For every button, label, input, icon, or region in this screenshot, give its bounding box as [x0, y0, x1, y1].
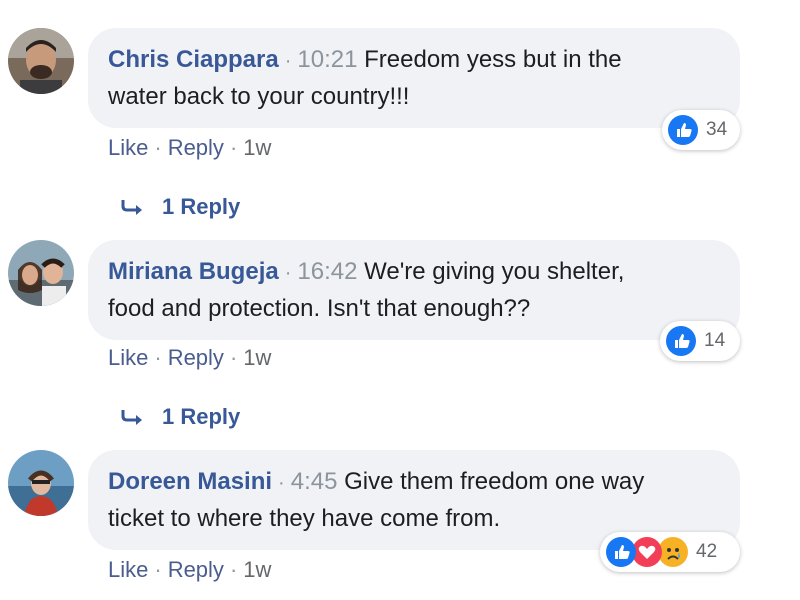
comment-age[interactable]: 1w: [243, 557, 271, 582]
comment-age[interactable]: 1w: [243, 135, 271, 160]
comment-actions: Like · Reply · 1w: [108, 557, 271, 583]
love-reaction-icon: [632, 537, 662, 567]
like-reaction-icon: [606, 537, 636, 567]
separator: ·: [154, 345, 162, 370]
like-reaction-icon: [666, 326, 696, 356]
comment-text: ticket to where they have come from.: [108, 505, 501, 532]
comment-age[interactable]: 1w: [243, 345, 271, 370]
avatar[interactable]: [8, 28, 74, 94]
reaction-count: 14: [704, 330, 726, 351]
comment-time: 16:42: [297, 258, 358, 285]
reaction-count: 34: [706, 119, 728, 140]
comment-text: We're giving you shelter,: [364, 258, 625, 285]
comment-actions: Like · Reply · 1w: [108, 345, 271, 371]
comment-author[interactable]: Chris Ciappara: [108, 46, 279, 73]
like-link[interactable]: Like: [108, 557, 148, 582]
separator: ·: [229, 345, 238, 370]
reaction-summary[interactable]: 42: [600, 532, 740, 572]
separator: ·: [284, 50, 292, 72]
comment-text: Freedom yess but in the: [364, 46, 622, 73]
comment-bubble: Miriana Bugeja · 16:42 We're giving you sh…: [88, 240, 740, 340]
like-reaction-icon: [668, 115, 698, 145]
comment-text: food and protection. Isn't that enough??: [108, 295, 531, 322]
separator: ·: [154, 135, 162, 160]
avatar[interactable]: [8, 240, 74, 306]
avatar[interactable]: [8, 450, 74, 516]
reaction-summary[interactable]: 34: [662, 110, 740, 150]
reaction-summary[interactable]: 14: [660, 321, 740, 361]
view-replies-link[interactable]: 1 Reply: [120, 404, 240, 430]
comment-bubble: Chris Ciappara · 10:21 Freedom yess but in…: [88, 28, 740, 128]
reply-arrow-icon: [121, 200, 142, 215]
comment-text: Give them freedom one way: [344, 468, 645, 495]
reply-arrow-icon: [121, 410, 142, 425]
like-link[interactable]: Like: [108, 345, 148, 370]
reply-link[interactable]: Reply: [168, 345, 224, 370]
comment-time: 10:21: [297, 46, 358, 73]
comment-author[interactable]: Doreen Masini: [108, 468, 272, 495]
comment-actions: Like · Reply · 1w: [108, 135, 271, 161]
reply-link[interactable]: Reply: [168, 135, 224, 160]
comment-time: 4:45: [290, 468, 338, 495]
separator: ·: [229, 557, 238, 582]
view-replies-link[interactable]: 1 Reply: [120, 194, 240, 220]
replies-count: 1 Reply: [162, 194, 241, 219]
comment-author[interactable]: Miriana Bugeja: [108, 258, 279, 285]
comment-text: water back to your country!!!: [108, 83, 410, 110]
like-link[interactable]: Like: [108, 135, 148, 160]
separator: ·: [284, 262, 292, 284]
reply-link[interactable]: Reply: [168, 557, 224, 582]
separator: ·: [229, 135, 238, 160]
replies-count: 1 Reply: [162, 404, 241, 429]
reaction-count: 42: [696, 541, 718, 562]
sad-reaction-icon: [658, 537, 688, 567]
separator: ·: [278, 472, 285, 494]
separator: ·: [154, 557, 162, 582]
